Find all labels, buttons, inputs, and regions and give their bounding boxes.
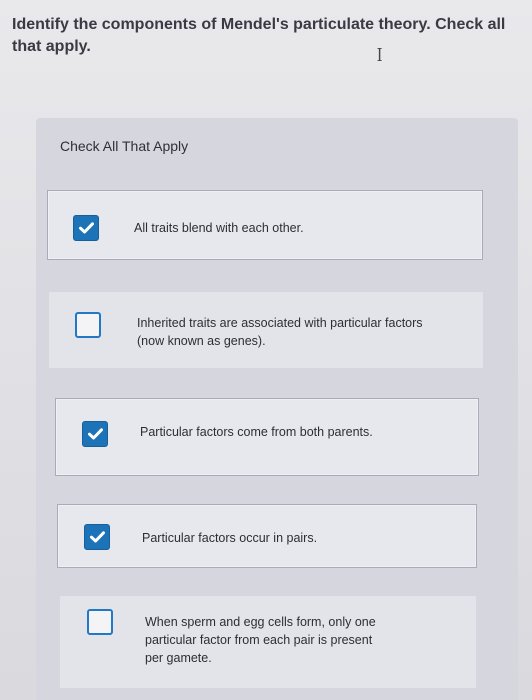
option-all-traits-blend[interactable]: All traits blend with each other.	[47, 190, 483, 260]
checkbox-checked[interactable]	[73, 215, 99, 241]
checkmark-icon	[90, 531, 105, 543]
option-one-factor-per-gamete[interactable]: When sperm and egg cells form, only one …	[60, 596, 476, 688]
option-label: Particular factors come from both parent…	[140, 425, 373, 439]
option-label: When sperm and egg cells form, only one …	[145, 615, 376, 665]
checkbox-checked[interactable]	[82, 421, 108, 447]
option-label: Particular factors occur in pairs.	[142, 531, 318, 545]
text-cursor-icon: I	[376, 45, 383, 66]
option-label: All traits blend with each other.	[134, 221, 304, 235]
checkmark-icon	[79, 222, 94, 234]
checkbox-unchecked[interactable]	[75, 312, 101, 338]
panel-heading: Check All That Apply	[60, 138, 189, 154]
checkbox-unchecked[interactable]	[87, 609, 113, 635]
question-prompt: Identify the components of Mendel's part…	[12, 16, 506, 55]
option-factors-in-pairs[interactable]: Particular factors occur in pairs.	[57, 504, 477, 568]
option-inherited-traits[interactable]: Inherited traits are associated with par…	[49, 292, 483, 368]
option-label: Inherited traits are associated with par…	[137, 316, 423, 348]
checkbox-checked[interactable]	[84, 524, 110, 550]
option-factors-from-parents[interactable]: Particular factors come from both parent…	[55, 398, 479, 476]
checkmark-icon	[88, 428, 103, 440]
